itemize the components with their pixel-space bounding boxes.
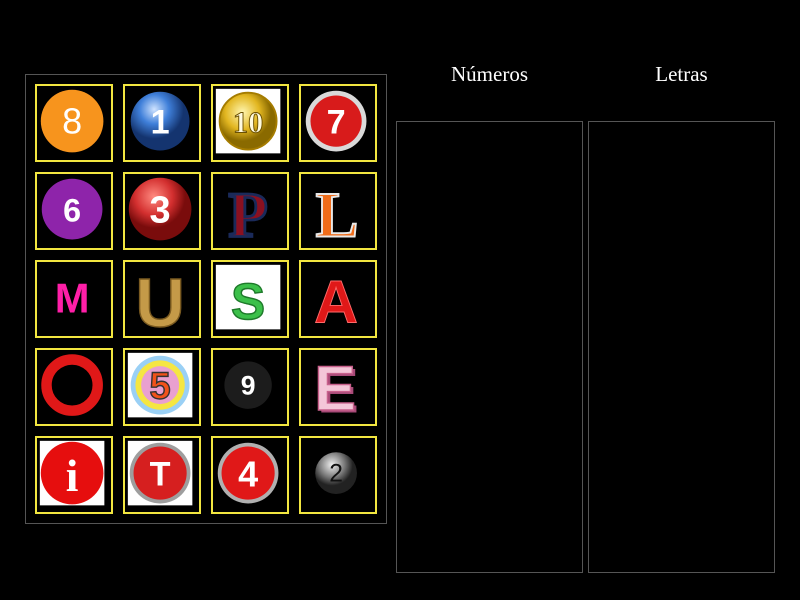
red-ball-3-icon: 3 — [128, 177, 192, 241]
pink-block-letter-e-icon: E E — [314, 353, 359, 424]
tile-label: 1 — [151, 103, 170, 141]
tile-l[interactable]: L — [299, 172, 377, 250]
tile-label: 9 — [241, 371, 256, 401]
purple-circle-6-icon: 6 — [41, 178, 103, 240]
numbers-drop-zone[interactable] — [396, 121, 583, 573]
tile-a[interactable]: A — [299, 260, 377, 338]
tile-m[interactable]: M — [35, 260, 113, 338]
tile-label: L — [316, 180, 359, 248]
tile-7[interactable]: 7 — [299, 84, 377, 162]
tile-label: 7 — [327, 103, 346, 141]
tile-label: P — [228, 180, 267, 248]
red-letter-a-icon: A — [314, 267, 359, 336]
tile-1[interactable]: 1 — [123, 84, 201, 162]
letters-column-heading: Letras — [655, 62, 708, 86]
tile-u[interactable]: U — [123, 260, 201, 338]
red-info-i-icon: i — [39, 440, 105, 506]
red-letter-p-icon: P — [227, 178, 269, 248]
tile-8[interactable]: 8 — [35, 84, 113, 162]
tile-label: i — [66, 450, 79, 501]
orange-letter-l-icon: L — [315, 179, 360, 248]
silver-ball-2-icon: 2 — [315, 452, 357, 494]
tile-t[interactable]: T — [123, 436, 201, 514]
tile-label: O — [72, 391, 73, 393]
red-ball-4-icon: 4 — [217, 442, 279, 504]
tile-label: 6 — [63, 192, 81, 228]
red-letter-o-icon: O — [41, 354, 103, 416]
tile-s[interactable]: S — [211, 260, 289, 338]
tile-label: 8 — [62, 100, 82, 141]
tile-p[interactable]: P — [211, 172, 289, 250]
tile-label: 5 — [150, 365, 171, 407]
tile-4[interactable]: 4 — [211, 436, 289, 514]
black-ball-9-icon: 9 — [224, 361, 272, 409]
tile-i[interactable]: i — [35, 436, 113, 514]
tile-label: M — [55, 274, 90, 321]
tile-label: 4 — [238, 453, 258, 494]
numbers-column-heading: Números — [451, 62, 528, 86]
red-button-t-icon: T — [127, 440, 193, 506]
blue-orb-1-icon: 1 — [130, 91, 190, 151]
tile-label: S — [231, 273, 265, 330]
tile-pool: 8 1 10 7 6 3 P L M U S A O 5 9 E E i T 4… — [25, 74, 387, 524]
tile-label: 3 — [150, 189, 171, 231]
tile-e[interactable]: E E — [299, 348, 377, 426]
tile-2[interactable]: 2 — [299, 436, 377, 514]
tile-label: T — [150, 455, 171, 493]
orange-circle-8-icon: 8 — [40, 89, 104, 153]
tile-label: U — [135, 266, 184, 336]
tile-9[interactable]: 9 — [211, 348, 289, 426]
gold-letter-u-icon: U — [135, 265, 186, 336]
green-letter-s-icon: S — [215, 264, 281, 331]
tile-label: 2 — [329, 461, 343, 488]
tile-3[interactable]: 3 — [123, 172, 201, 250]
tile-o[interactable]: O — [35, 348, 113, 426]
tile-label: E — [314, 354, 356, 424]
pink-letter-m-icon: M — [55, 274, 90, 321]
tile-5[interactable]: 5 — [123, 348, 201, 426]
tile-label: A — [314, 268, 358, 336]
tile-label: 10 — [233, 105, 263, 139]
tile-10[interactable]: 10 — [211, 84, 289, 162]
rainbow-circle-5-icon: 5 — [127, 352, 193, 418]
gold-coin-10-icon: 10 — [215, 88, 281, 154]
letters-drop-zone[interactable] — [588, 121, 775, 573]
tile-6[interactable]: 6 — [35, 172, 113, 250]
red-ball-7-icon: 7 — [305, 90, 367, 152]
